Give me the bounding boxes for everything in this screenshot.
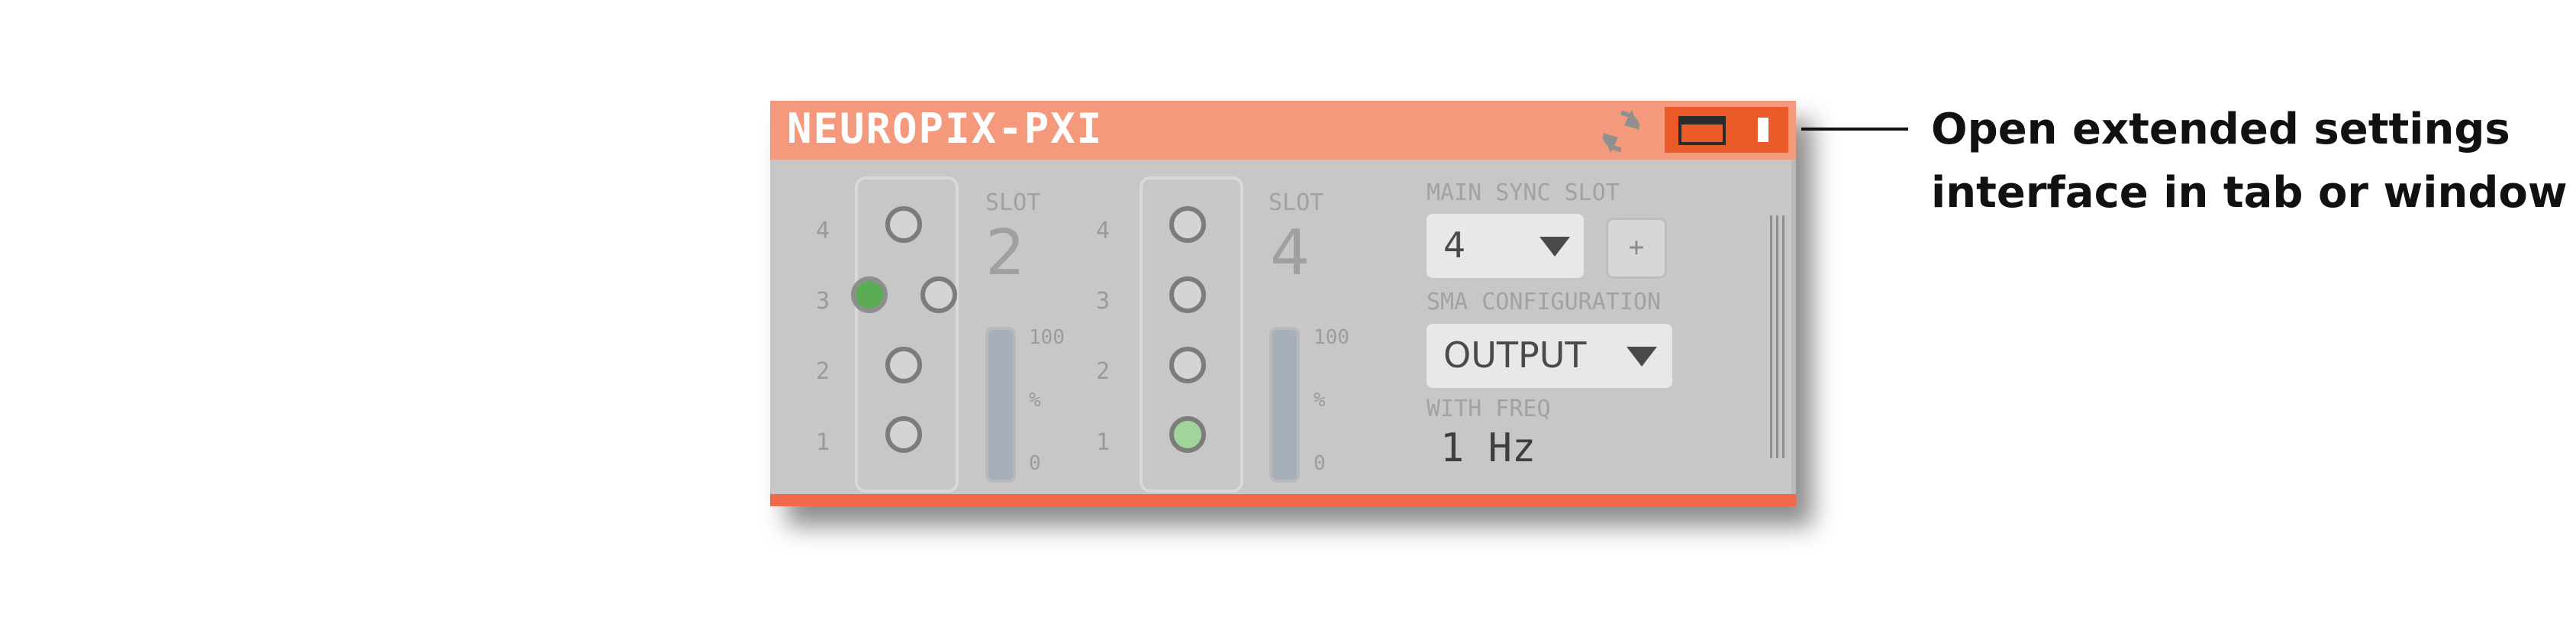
port-1[interactable]	[1169, 416, 1206, 453]
window-icon[interactable]	[1678, 116, 1726, 145]
main-sync-slot-value: 4	[1443, 225, 1466, 266]
add-sync-button[interactable]: +	[1606, 218, 1667, 279]
scrollbar[interactable]	[1770, 215, 1787, 458]
callout-leader-line	[1801, 128, 1908, 131]
refresh-icon[interactable]	[1597, 107, 1646, 156]
sma-configuration-value: OUTPUT	[1443, 334, 1587, 376]
row-label: 1	[816, 429, 830, 456]
port-2[interactable]	[1169, 347, 1206, 383]
slot-number: 2	[985, 217, 1026, 289]
row-label: 3	[816, 288, 830, 315]
sma-configuration-label: SMA CONFIGURATION	[1427, 289, 1662, 315]
slot-number: 4	[1270, 217, 1311, 289]
port-4[interactable]	[885, 206, 922, 243]
chevron-down-icon	[1539, 237, 1570, 257]
callout-text: Open extended settings interface in tab …	[1931, 98, 2568, 225]
sma-configuration-dropdown[interactable]: OUTPUT	[1427, 324, 1672, 388]
callout-line-1: Open extended settings	[1931, 105, 2510, 154]
fill-level-bar	[1269, 327, 1300, 483]
plugin-title: NEUROPIX-PXI	[787, 105, 1104, 153]
fill-scale-max: 100	[1314, 326, 1349, 349]
frequency-value: 1 Hz	[1440, 425, 1536, 471]
fill-scale-min: 0	[1314, 452, 1326, 475]
main-sync-slot-label: MAIN SYNC SLOT	[1427, 179, 1620, 206]
neuropix-pxi-plugin: NEUROPIX-PXI 4 3 2 1 SLOT 2 100 % 0 4 3 …	[770, 101, 1796, 506]
row-label: 2	[1096, 358, 1111, 385]
slot-label: SLOT	[985, 189, 1041, 216]
fill-scale-min: 0	[1029, 452, 1041, 475]
plugin-titlebar: NEUROPIX-PXI	[770, 101, 1796, 160]
chevron-down-icon	[1627, 347, 1657, 367]
port-4[interactable]	[1169, 206, 1206, 243]
port-3-b[interactable]	[920, 276, 957, 313]
main-sync-slot-dropdown[interactable]: 4	[1427, 214, 1584, 278]
callout-line-2: interface in tab or window	[1931, 168, 2568, 218]
slot-label: SLOT	[1269, 189, 1324, 216]
row-label: 4	[816, 218, 830, 244]
panel-bottom-bar	[770, 494, 1796, 506]
port-2[interactable]	[885, 347, 922, 383]
row-label: 2	[816, 358, 830, 385]
fill-level-bar	[985, 327, 1016, 483]
port-1[interactable]	[885, 416, 922, 453]
fill-scale-unit: %	[1029, 389, 1041, 412]
fill-scale-max: 100	[1029, 326, 1065, 349]
frequency-label: WITH FREQ	[1427, 396, 1551, 422]
tab-icon[interactable]	[1756, 115, 1778, 145]
extended-settings-button[interactable]	[1665, 107, 1788, 153]
port-3-a[interactable]	[851, 276, 888, 313]
row-label: 4	[1096, 218, 1111, 244]
row-label: 1	[1096, 429, 1111, 456]
panel-edge	[1791, 160, 1796, 494]
port-3[interactable]	[1169, 276, 1206, 313]
fill-scale-unit: %	[1314, 389, 1326, 412]
row-label: 3	[1096, 288, 1111, 315]
